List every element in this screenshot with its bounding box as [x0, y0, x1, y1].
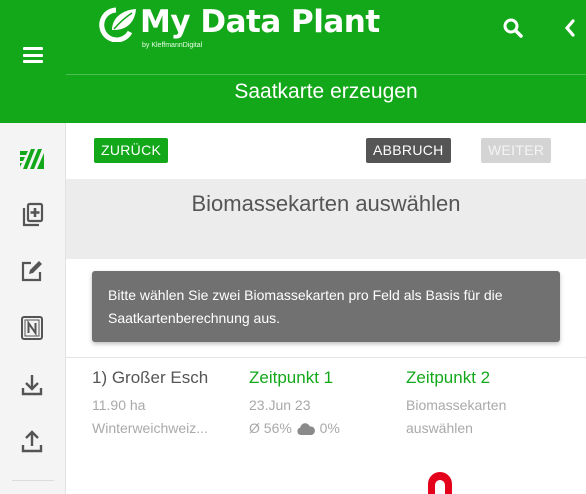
field-area: 11.90 ha	[92, 397, 146, 413]
search-icon[interactable]	[499, 14, 527, 42]
plant-logo-icon	[99, 7, 136, 42]
n-fertilizer-icon[interactable]	[17, 313, 47, 343]
app-header: My Data Plant by KleffmannDigital Saatka…	[66, 0, 586, 123]
rail-header	[0, 0, 66, 123]
upload-icon[interactable]	[17, 427, 47, 457]
alert-marker-icon	[428, 472, 452, 494]
rail-divider	[12, 480, 54, 481]
row-divider	[66, 357, 586, 358]
info-box: Bitte wählen Sie zwei Biomassekarten pro…	[92, 271, 560, 342]
chevron-left-icon[interactable]	[556, 14, 584, 42]
add-document-icon[interactable]	[17, 200, 47, 230]
timepoint-2-hint-line2: auswählen	[406, 420, 473, 436]
timepoint-1-date: 23.Jun 23	[249, 397, 311, 413]
app-logo: My Data Plant	[94, 2, 380, 42]
app-byline: by KleffmannDigital	[142, 42, 203, 49]
field-crop: Winterweichweiz...	[92, 420, 208, 436]
edit-icon[interactable]	[17, 256, 47, 286]
page-title: Saatkarte erzeugen	[234, 80, 418, 103]
next-button[interactable]: WEITER	[481, 138, 552, 163]
section-title: Biomassekarten auswählen	[191, 191, 461, 216]
timepoint-2-hint-line1: Biomassekarten	[406, 397, 507, 413]
step-section: Biomassekarten auswählen	[66, 179, 586, 259]
timepoint-1-stats: Ø 56% 0%	[249, 420, 340, 436]
download-icon[interactable]	[17, 370, 47, 400]
menu-icon[interactable]	[23, 47, 43, 63]
cloud-cover: 0%	[319, 420, 340, 436]
cloud-icon	[297, 423, 315, 435]
field-name: 1) Großer Esch	[92, 368, 209, 387]
biomass-average: Ø 56%	[249, 420, 292, 436]
header-divider	[66, 74, 586, 75]
app-name: My Data Plant	[140, 4, 380, 40]
field-map-icon[interactable]	[17, 144, 47, 174]
timepoint-1-button[interactable]: Zeitpunkt 1	[249, 368, 333, 388]
side-rail	[0, 0, 66, 494]
timepoint-2-button[interactable]: Zeitpunkt 2	[406, 368, 490, 388]
back-button[interactable]: ZURÜCK	[94, 138, 169, 163]
cancel-button[interactable]: ABBRUCH	[366, 138, 451, 163]
